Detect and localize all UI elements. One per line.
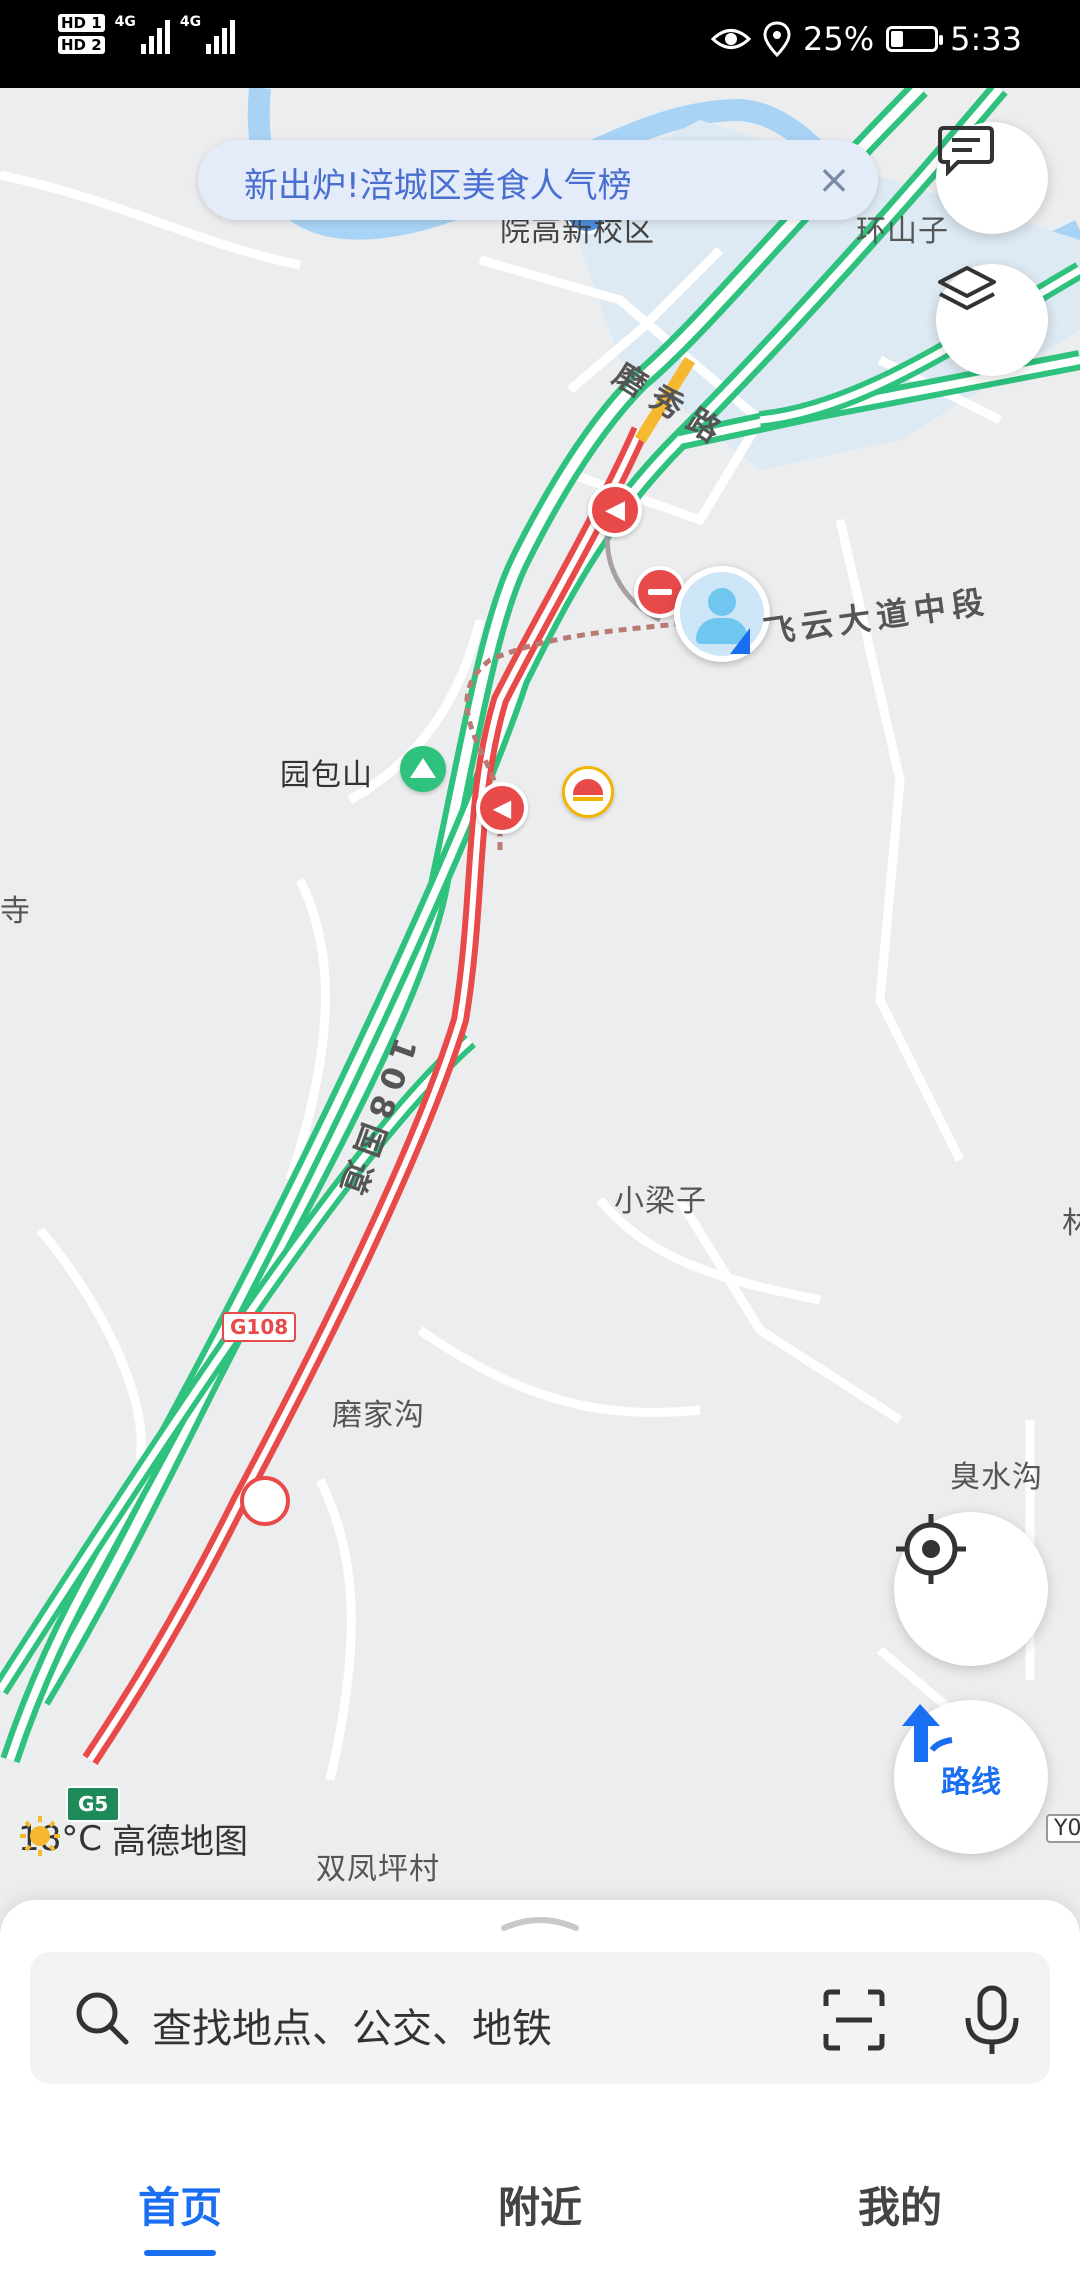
traffic-alert-icon[interactable]: ◀ <box>588 483 642 537</box>
close-icon[interactable]: × <box>808 154 860 206</box>
feedback-button[interactable] <box>936 122 1048 234</box>
hd2-badge: HD 2 <box>58 36 105 54</box>
promo-banner-text[interactable]: 新出炉!涪城区美食人气榜 <box>244 158 632 207</box>
battery-percent: 25% <box>803 20 875 58</box>
clock: 5:33 <box>950 20 1022 58</box>
gas-station-icon[interactable] <box>562 766 614 818</box>
sheet-handle-icon[interactable] <box>498 1912 582 1934</box>
sim2-signal-icon: 4G <box>179 14 236 54</box>
bottom-sheet[interactable]: 查找地点、公交、地铁 首页 附近 我的 <box>0 1900 1080 2280</box>
status-bar: HD 1 HD 2 4G 4G 25% 5:33 <box>0 0 1080 88</box>
battery-icon <box>886 26 944 52</box>
label-si: 寺 <box>0 894 31 929</box>
search-icon[interactable] <box>72 1988 132 2048</box>
tab-home[interactable]: 首页 <box>60 2174 300 2235</box>
locate-button[interactable] <box>894 1512 1048 1666</box>
heading-arrow-icon <box>730 628 750 654</box>
hd-badges: HD 1 HD 2 <box>58 14 105 58</box>
crosshair-icon <box>896 1514 966 1584</box>
layers-button[interactable] <box>936 264 1048 376</box>
sun-icon <box>20 1816 60 1856</box>
active-tab-indicator <box>144 2250 216 2256</box>
user-avatar-icon[interactable] <box>674 566 770 662</box>
tab-nearby[interactable]: 附近 <box>420 2174 660 2235</box>
signal-indicators: HD 1 HD 2 4G 4G <box>58 14 236 58</box>
promo-banner[interactable]: 新出炉!涪城区美食人气榜 × <box>198 140 878 220</box>
label-chou-shui-gou: 臭水沟 <box>950 1460 1043 1495</box>
no-parking-icon[interactable] <box>240 1476 290 1526</box>
g108-shield: G108 <box>222 1312 297 1342</box>
chat-bubble-icon <box>938 126 994 176</box>
y0-shield: Y0 <box>1046 1814 1080 1843</box>
label-shuangfeng: 双凤坪村 <box>316 1852 440 1887</box>
sim1-network-label: 4G <box>114 14 136 30</box>
label-xiaoliangzi: 小梁子 <box>614 1184 707 1219</box>
label-right-edge: 林 <box>1062 1206 1080 1241</box>
road-left-green <box>0 1033 476 1695</box>
microphone-icon[interactable] <box>960 1984 1024 2056</box>
eye-icon <box>711 29 752 49</box>
label-mojiagou: 磨家沟 <box>332 1398 425 1433</box>
search-bar[interactable]: 查找地点、公交、地铁 <box>30 1952 1050 2084</box>
brand-label: 高德地图 <box>112 1822 249 1862</box>
sim2-network-label: 4G <box>179 14 202 30</box>
hd1-badge: HD 1 <box>58 14 105 32</box>
label-huanshanzi: 环山子 <box>856 214 949 249</box>
label-yuanbaoshan: 园包山 <box>280 758 373 793</box>
scan-icon[interactable] <box>822 1988 886 2052</box>
location-icon <box>763 21 791 57</box>
weather-widget[interactable]: 18°C 高德地图 <box>18 1814 248 1863</box>
map-view[interactable]: ◀ ◀ 院高新校区 环山子 磨 秀 路 飞云大道中段 园包山 寺 小梁子 108… <box>0 88 1080 1908</box>
tab-mine[interactable]: 我的 <box>780 2174 1020 2235</box>
traffic-alert-icon-2[interactable]: ◀ <box>476 782 528 834</box>
mountain-poi-icon[interactable] <box>400 746 446 792</box>
route-arrow-icon <box>902 1704 953 1762</box>
sim1-signal-icon: 4G <box>115 14 170 54</box>
layers-icon <box>938 266 996 310</box>
status-right: 25% 5:33 <box>711 20 1022 58</box>
search-placeholder[interactable]: 查找地点、公交、地铁 <box>152 1996 552 2054</box>
bottom-tabs: 首页 附近 我的 <box>0 2150 1080 2256</box>
route-button[interactable]: 路线 <box>894 1700 1048 1854</box>
